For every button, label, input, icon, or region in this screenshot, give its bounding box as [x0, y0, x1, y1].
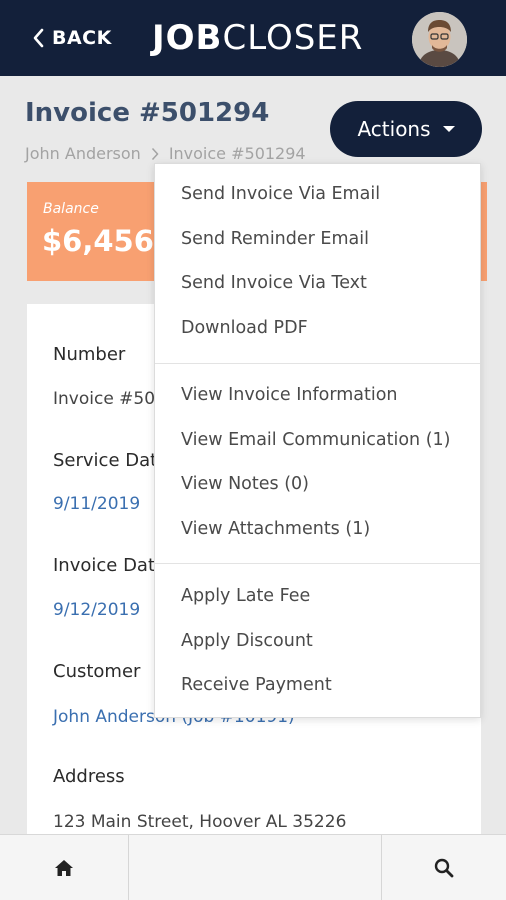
- home-icon: [55, 860, 73, 876]
- user-photo: [412, 12, 467, 67]
- breadcrumb-current: Invoice #501294: [168, 144, 306, 163]
- actions-button[interactable]: Actions: [330, 101, 482, 157]
- address-label: Address: [53, 766, 125, 787]
- menu-view-email-communication[interactable]: View Email Communication (1): [181, 430, 451, 450]
- menu-send-invoice-text[interactable]: Send Invoice Via Text: [181, 273, 367, 293]
- caret-down-icon: [442, 126, 455, 132]
- balance-label: Balance: [43, 201, 99, 217]
- number-label: Number: [53, 344, 126, 365]
- actions-menu: Send Invoice Via Email Send Reminder Ema…: [154, 163, 481, 718]
- logo-bold-text: JOB: [152, 18, 223, 58]
- invoice-date-label: Invoice Dat: [53, 555, 156, 576]
- menu-apply-discount[interactable]: Apply Discount: [181, 631, 313, 651]
- app-logo: JOB CLOSER: [152, 16, 363, 60]
- menu-view-attachments[interactable]: View Attachments (1): [181, 519, 370, 539]
- avatar[interactable]: [412, 12, 467, 67]
- menu-send-invoice-email[interactable]: Send Invoice Via Email: [181, 184, 380, 204]
- back-label: BACK: [52, 27, 112, 49]
- actions-label: Actions: [357, 117, 431, 141]
- menu-receive-payment[interactable]: Receive Payment: [181, 675, 332, 695]
- breadcrumb-customer[interactable]: John Anderson: [25, 144, 141, 163]
- number-value: Invoice #50: [53, 389, 156, 409]
- menu-divider: [155, 363, 480, 364]
- address-value: 123 Main Street, Hoover AL 35226: [53, 812, 347, 832]
- menu-apply-late-fee[interactable]: Apply Late Fee: [181, 586, 310, 606]
- menu-send-reminder-email[interactable]: Send Reminder Email: [181, 229, 369, 249]
- menu-download-pdf[interactable]: Download PDF: [181, 318, 308, 338]
- search-button[interactable]: [382, 835, 506, 900]
- logo-light-text: CLOSER: [222, 18, 364, 58]
- back-button[interactable]: BACK: [32, 25, 112, 51]
- breadcrumb: John Anderson Invoice #501294: [25, 144, 306, 163]
- invoice-date-value[interactable]: 9/12/2019: [53, 600, 140, 620]
- top-bar: BACK JOB CLOSER: [0, 0, 506, 76]
- service-date-value[interactable]: 9/11/2019: [53, 494, 140, 514]
- bottom-bar: [0, 834, 506, 900]
- service-date-label: Service Dat: [53, 450, 158, 471]
- bottom-divider: [128, 835, 129, 900]
- page-title: Invoice #501294: [25, 98, 270, 128]
- chevron-right-icon: [151, 147, 159, 161]
- menu-view-notes[interactable]: View Notes (0): [181, 474, 309, 494]
- chevron-left-icon: [33, 28, 44, 48]
- search-icon: [434, 858, 454, 878]
- home-button[interactable]: [0, 835, 128, 900]
- customer-label: Customer: [53, 661, 141, 682]
- menu-view-invoice-info[interactable]: View Invoice Information: [181, 385, 398, 405]
- menu-divider: [155, 563, 480, 564]
